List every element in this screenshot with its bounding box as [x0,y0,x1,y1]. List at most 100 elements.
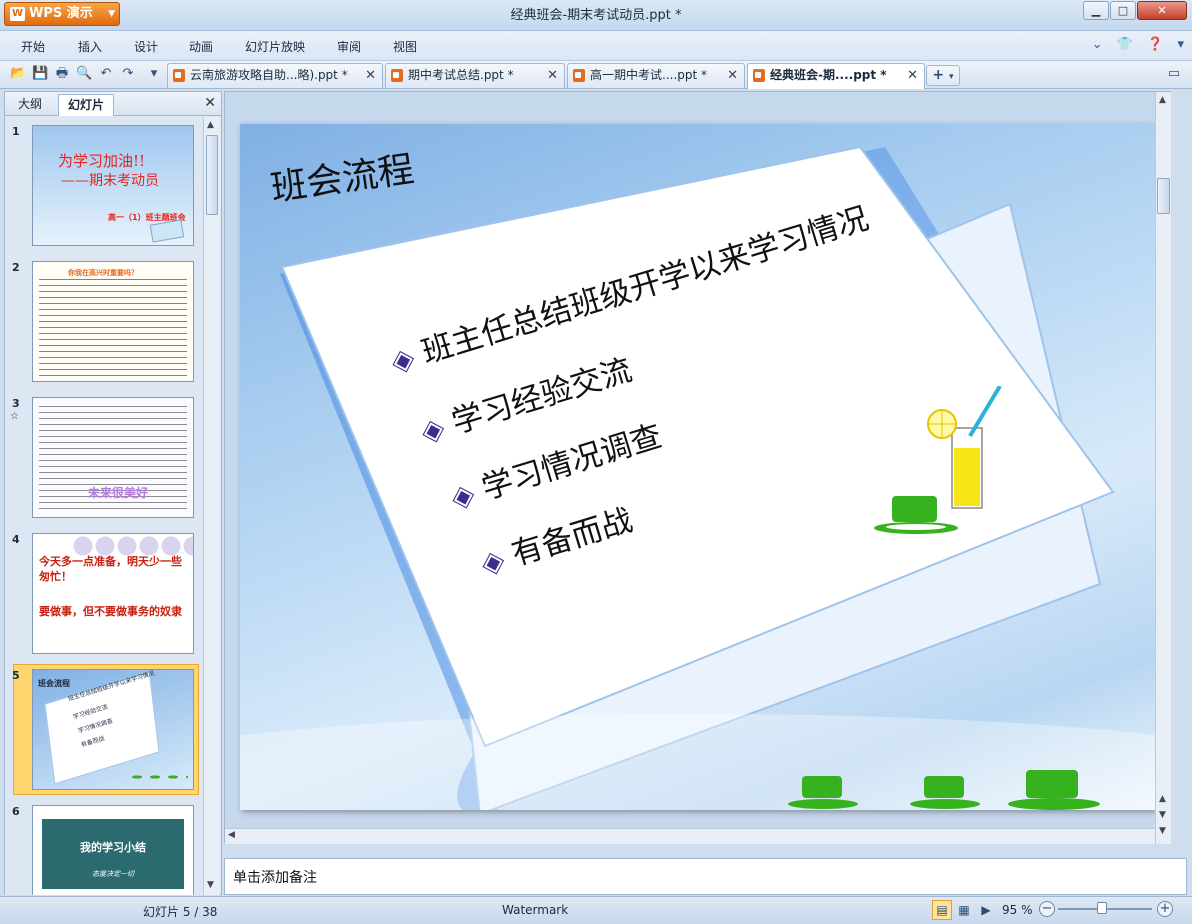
slide-number: 2 [12,261,20,274]
close-tab-icon[interactable]: ✕ [727,64,738,87]
tab-outline[interactable]: 大纲 [9,94,51,116]
scroll-up-icon[interactable]: ▲ [1159,95,1166,105]
chevron-down-icon: ▼ [108,9,115,19]
previous-slide-icon[interactable]: ▲ [1159,794,1166,804]
teacup-icon [788,776,858,809]
ppt-file-icon [391,69,403,82]
menu-home[interactable]: 开始 [21,38,45,55]
next-slide-icon[interactable]: ▼ [1159,826,1166,836]
zoom-out-button[interactable]: − [1039,901,1055,917]
normal-view-button[interactable]: ▤ [932,900,952,920]
slide-thumbnail-4[interactable]: 今天多一点准备，明天少一些匆忙！ 要做事，但不要做事务的奴隶 [32,533,194,654]
tab-list-icon[interactable]: ▭ [1166,66,1182,82]
chevron-down-icon[interactable]: ▾ [1177,37,1184,52]
thumb-title: 班会流程 [38,679,70,688]
undo-icon[interactable]: ↶ [98,66,114,82]
close-pane-icon[interactable]: ✕ [204,95,216,111]
status-bar: 幻灯片 5 / 38 Watermark ▤ ▦ ▶ 95 % − + [0,896,1192,924]
close-tab-icon[interactable]: ✕ [907,64,918,87]
bubbles-decoration [73,536,193,556]
ppt-file-icon [173,69,185,82]
scroll-down-icon[interactable]: ▼ [207,880,214,890]
notes-pane[interactable]: 单击添加备注 [224,858,1187,895]
thumb-title: 我的学习小结 [80,841,146,854]
slide-number: 3 [12,397,20,410]
thumb-subtitle: ——期末考动员 [61,173,159,189]
horizontal-scrollbar[interactable]: ◀ [225,828,1155,844]
thumb-line-2: 要做事，但不要做事务的奴隶 [39,605,182,618]
slide-thumbnail-2[interactable]: 你我在高兴时重要吗？ [32,261,194,382]
print-preview-icon[interactable]: 🔍 [76,66,92,82]
customize-toolbar-icon[interactable]: ▾ [146,66,162,82]
tab-midterm-summary[interactable]: 期中考试总结.ppt * ✕ [385,63,565,88]
zoom-level: 95 % [1002,903,1033,917]
slide-thumbnail-1[interactable]: 为学习加油!! ——期末考动员 高一（1）班主题班会 [32,125,194,246]
slide-editor: 班会流程 班主任总结班级开学以来学习情况 学习经验交流 学习情况调查 有备而战 [224,91,1171,844]
slide-canvas[interactable]: 班会流程 班主任总结班级开学以来学习情况 学习经验交流 学习情况调查 有备而战 [240,124,1155,810]
teacup-icon [874,496,958,534]
menu-right-icons: ⌄ 👕 ❓ ▾ [1082,37,1184,52]
notes-placeholder: 单击添加备注 [233,870,317,886]
zoom-in-button[interactable]: + [1157,901,1173,917]
scroll-up-icon[interactable]: ▲ [207,120,214,130]
zoom-slider-handle[interactable] [1097,902,1107,914]
print-icon[interactable]: 🖶 [54,66,70,82]
menu-design[interactable]: 设计 [134,38,158,55]
tab-class-meeting[interactable]: 经典班会-期....ppt * ✕ [747,63,925,89]
slides-pane-scrollbar[interactable]: ▲ ▼ [203,117,220,895]
thumb-line-1: 今天多一点准备，明天少一些匆忙！ [39,555,182,583]
close-tab-icon[interactable]: ✕ [547,64,558,87]
scroll-left-icon[interactable]: ◀ [228,830,235,840]
tab-label: 高一期中考试....ppt * [590,68,708,82]
new-tab-button[interactable]: + ▾ [926,65,960,86]
slide-counter: 幻灯片 5 / 38 [143,905,218,919]
collapse-ribbon-icon[interactable]: ⌄ [1092,37,1103,52]
scroll-thumb[interactable] [206,135,218,215]
slide-sorter-view-button[interactable]: ▦ [954,900,974,920]
thumb-title: 为学习加油!! [58,152,146,170]
slide-thumbnail-list: 1 为学习加油!! ——期末考动员 高一（1）班主题班会 2 你我在高兴时重要吗… [5,117,203,895]
book-image [149,219,185,243]
maximize-button[interactable]: □ [1110,1,1136,20]
close-tab-icon[interactable]: ✕ [365,64,376,87]
slideshow-view-button[interactable]: ▶ [976,900,996,920]
wps-logo-icon: W [10,7,25,21]
menu-insert[interactable]: 插入 [78,38,102,55]
save-icon[interactable]: 💾 [32,66,48,82]
ppt-file-icon [573,69,585,82]
ppt-file-icon [753,69,765,82]
menu-view[interactable]: 视图 [393,38,417,55]
tab-label: 期中考试总结.ppt * [408,68,514,82]
animation-star-icon: ☆ [10,411,19,422]
thumb-title: 未来很美好 [88,486,149,500]
open-folder-icon[interactable]: 📂 [10,66,26,82]
teacup-icon [910,776,980,809]
menu-slideshow[interactable]: 幻灯片放映 [245,38,305,55]
title-box: 我的学习小结 态度决定一切 [42,819,184,889]
tab-yunnan[interactable]: 云南旅游攻略自助...略).ppt * ✕ [167,63,383,88]
slide-number: 1 [12,125,20,138]
window-title: 经典班会-期末考试动员.ppt * [510,8,682,23]
redo-icon[interactable]: ↷ [120,66,136,82]
slide-number: 4 [12,533,20,546]
quick-access-toolbar: 📂 💾 🖶 🔍 ↶ ↷ ▾ 云南旅游攻略自助...略).ppt * ✕ 期中考试… [0,61,1192,89]
wps-app-menu-button[interactable]: W WPS 演示 ▼ [4,2,120,26]
thumb-body-text [39,279,187,377]
skin-shirt-icon[interactable]: 👕 [1117,37,1133,52]
slide-thumbnail-3[interactable]: 未来很美好 [32,397,194,518]
menu-animation[interactable]: 动画 [189,38,213,55]
minimize-button[interactable]: ▁ [1083,1,1109,20]
slides-pane: 大纲 幻灯片 ✕ 1 为学习加油!! ——期末考动员 高一（1）班主题班会 2 … [4,91,222,895]
menu-review[interactable]: 审阅 [337,38,361,55]
help-icon[interactable]: ❓ [1147,37,1163,52]
slide-thumbnail-6[interactable]: 我的学习小结 态度决定一切 [32,805,194,895]
title-bar: W WPS 演示 ▼ 经典班会-期末考试动员.ppt * ▁ □ ✕ [0,0,1192,31]
close-button[interactable]: ✕ [1137,1,1187,20]
tab-grade1-midterm[interactable]: 高一期中考试....ppt * ✕ [567,63,745,88]
watermark-label: Watermark [502,903,569,917]
scroll-thumb[interactable] [1157,178,1170,214]
tab-slides[interactable]: 幻灯片 [58,94,115,116]
slide-thumbnail-5[interactable]: 班会流程 班主任总结班级开学以来学习情况 学习经验交流 学习情况调查 有备而战 [32,669,194,790]
scroll-down-icon[interactable]: ▼ [1159,810,1166,820]
vertical-scrollbar[interactable]: ▲ ▲ ▼ ▼ [1155,92,1171,844]
